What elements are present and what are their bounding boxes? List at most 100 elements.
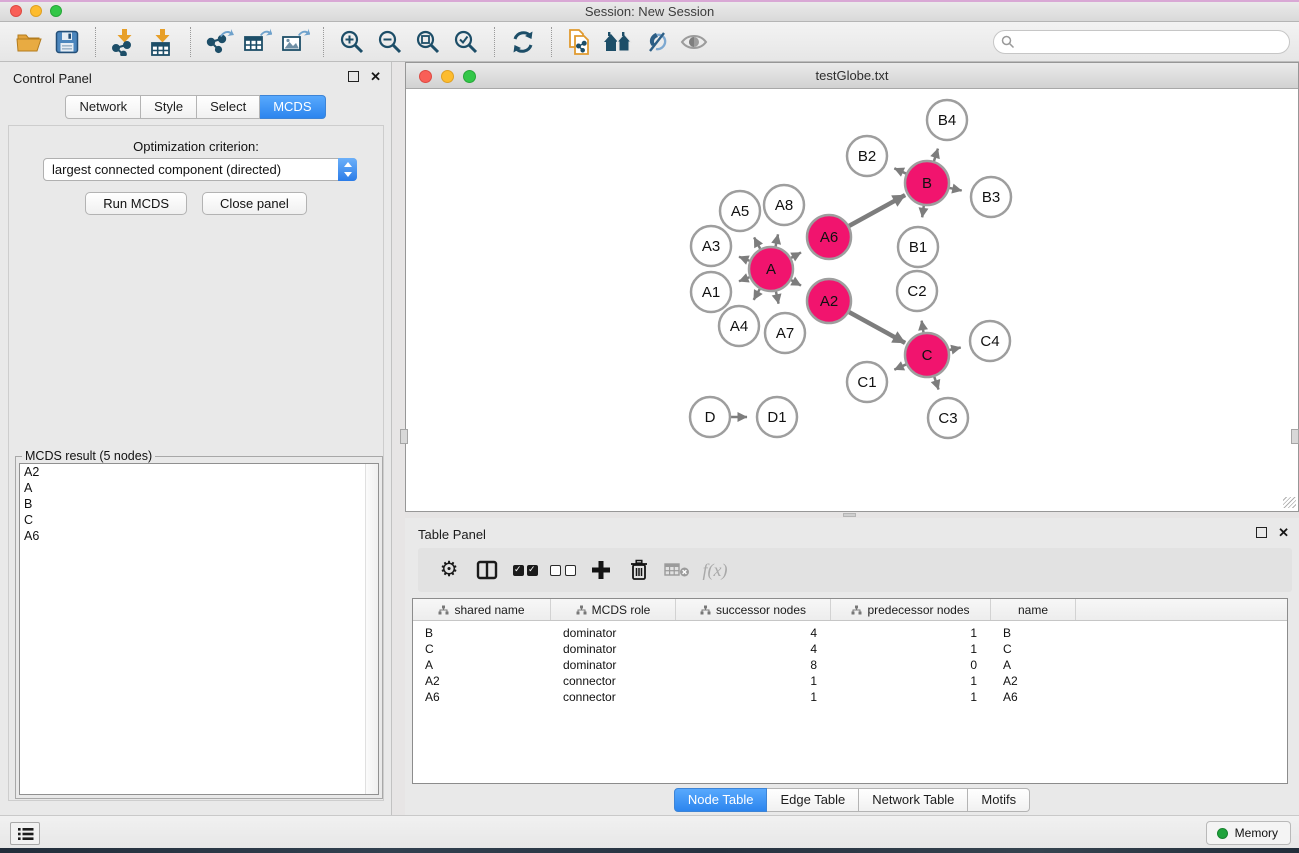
column-header[interactable]: shared name: [413, 599, 551, 620]
tab-network-table[interactable]: Network Table: [859, 788, 968, 812]
graph-edge[interactable]: [776, 234, 778, 246]
table-cell[interactable]: 1: [831, 673, 991, 689]
tab-edge-table[interactable]: Edge Table: [767, 788, 859, 812]
graph-node-d1[interactable]: D1: [757, 397, 797, 437]
table-row[interactable]: A6connector11A6: [413, 689, 1287, 705]
mcds-result-list[interactable]: A2ABCA6: [19, 463, 379, 795]
column-header[interactable]: predecessor nodes: [831, 599, 991, 620]
table-cell[interactable]: A: [991, 657, 1076, 673]
graph-node-d[interactable]: D: [690, 397, 730, 437]
tab-style[interactable]: Style: [141, 95, 197, 119]
graph-node-a4[interactable]: A4: [719, 306, 759, 346]
graph-edge[interactable]: [739, 257, 750, 261]
table-cell[interactable]: B: [413, 625, 551, 641]
table-cell[interactable]: 1: [831, 689, 991, 705]
graph-edge[interactable]: [849, 195, 905, 226]
deselect-all-icon[interactable]: [546, 555, 580, 585]
graph-edge[interactable]: [922, 321, 924, 333]
column-header[interactable]: name: [991, 599, 1076, 620]
result-item[interactable]: A6: [20, 528, 378, 544]
resize-handle-west[interactable]: [400, 429, 408, 444]
show-columns-icon[interactable]: [470, 555, 504, 585]
graph-edge[interactable]: [776, 291, 779, 303]
run-mcds-button[interactable]: Run MCDS: [85, 192, 187, 215]
zoom-out-icon[interactable]: [374, 26, 406, 58]
zoom-fit-icon[interactable]: [412, 26, 444, 58]
graph-node-c2[interactable]: C2: [897, 271, 937, 311]
tab-select[interactable]: Select: [197, 95, 260, 119]
graph-edge[interactable]: [934, 377, 938, 390]
graph-node-b2[interactable]: B2: [847, 136, 887, 176]
search-input[interactable]: [1015, 32, 1289, 52]
graph-edge[interactable]: [934, 149, 938, 161]
graph-edge[interactable]: [922, 206, 924, 218]
graph-node-a2[interactable]: A2: [807, 279, 851, 323]
table-row[interactable]: A2connector11A2: [413, 673, 1287, 689]
table-cell[interactable]: connector: [551, 673, 676, 689]
result-item[interactable]: A: [20, 480, 378, 496]
table-cell[interactable]: 1: [676, 673, 831, 689]
graph-node-c1[interactable]: C1: [847, 362, 887, 402]
graph-node-b1[interactable]: B1: [898, 227, 938, 267]
table-cell[interactable]: A2: [413, 673, 551, 689]
graph-node-a8[interactable]: A8: [764, 185, 804, 225]
close-panel-button[interactable]: Close panel: [202, 192, 307, 215]
import-table-icon[interactable]: [146, 26, 178, 58]
graph-node-c3[interactable]: C3: [928, 398, 968, 438]
criterion-dropdown[interactable]: largest connected component (directed): [43, 158, 357, 181]
scrollbar-track[interactable]: [365, 464, 378, 794]
table-cell[interactable]: A6: [991, 689, 1076, 705]
export-image-icon[interactable]: [279, 26, 311, 58]
table-cell[interactable]: 8: [676, 657, 831, 673]
float-panel-icon[interactable]: [348, 71, 359, 82]
divider-grabber[interactable]: [843, 513, 856, 517]
tab-mcds[interactable]: MCDS: [260, 95, 325, 119]
graph-edge[interactable]: [754, 289, 760, 300]
graph-node-c[interactable]: C: [905, 333, 949, 377]
table-cell[interactable]: connector: [551, 689, 676, 705]
table-cell[interactable]: 1: [676, 689, 831, 705]
export-table-icon[interactable]: [241, 26, 273, 58]
table-cell[interactable]: A: [413, 657, 551, 673]
export-network-icon[interactable]: [203, 26, 235, 58]
resize-handle-east[interactable]: [1291, 429, 1299, 444]
graph-edge[interactable]: [849, 312, 905, 343]
result-item[interactable]: B: [20, 496, 378, 512]
table-cell[interactable]: 4: [676, 641, 831, 657]
zoom-selected-icon[interactable]: [450, 26, 482, 58]
search-field[interactable]: [993, 30, 1290, 54]
table-cell[interactable]: A2: [991, 673, 1076, 689]
float-table-panel-icon[interactable]: [1256, 527, 1267, 538]
tab-network[interactable]: Network: [65, 95, 141, 119]
table-cell[interactable]: B: [991, 625, 1076, 641]
table-cell[interactable]: C: [413, 641, 551, 657]
tab-node-table[interactable]: Node Table: [674, 788, 768, 812]
save-session-icon[interactable]: [51, 26, 83, 58]
graph-edge[interactable]: [791, 252, 801, 257]
table-settings-icon[interactable]: ⚙: [432, 555, 466, 585]
column-header[interactable]: MCDS role: [551, 599, 676, 620]
table-row[interactable]: Cdominator41C: [413, 641, 1287, 657]
graph-edge[interactable]: [754, 237, 760, 248]
graph-edge[interactable]: [791, 280, 801, 285]
graph-edge[interactable]: [739, 277, 750, 281]
add-row-icon[interactable]: [584, 555, 618, 585]
clone-network-icon[interactable]: [564, 26, 596, 58]
graph-node-a6[interactable]: A6: [807, 215, 851, 259]
graph-node-b4[interactable]: B4: [927, 100, 967, 140]
zoom-in-icon[interactable]: [336, 26, 368, 58]
tab-motifs[interactable]: Motifs: [968, 788, 1030, 812]
table-cell[interactable]: 0: [831, 657, 991, 673]
graph-edge[interactable]: [894, 364, 906, 369]
graph-node-a7[interactable]: A7: [765, 313, 805, 353]
home-icon[interactable]: [602, 26, 634, 58]
graph-node-a[interactable]: A: [749, 247, 793, 291]
result-item[interactable]: C: [20, 512, 378, 528]
network-window-titlebar[interactable]: testGlobe.txt: [406, 63, 1298, 89]
table-cell[interactable]: C: [991, 641, 1076, 657]
table-row[interactable]: Adominator80A: [413, 657, 1287, 673]
table-cell[interactable]: 1: [831, 641, 991, 657]
task-history-button[interactable]: [10, 822, 40, 845]
table-cell[interactable]: 4: [676, 625, 831, 641]
delete-row-icon[interactable]: [622, 555, 656, 585]
